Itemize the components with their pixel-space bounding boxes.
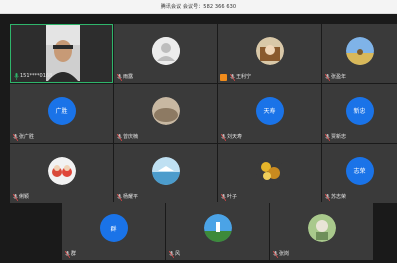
participant-tile-3[interactable]: 王利宁: [218, 24, 321, 83]
participant-name-bar: 雨露: [116, 73, 133, 81]
participant-name: 王利宁: [236, 74, 252, 80]
mic-muted-icon: [272, 250, 278, 258]
mic-muted-icon: [116, 133, 122, 141]
mic-muted-icon: [324, 133, 330, 141]
participant-tile-12[interactable]: 志荣 苏志荣: [322, 144, 397, 203]
photo-avatar-icon: [47, 156, 76, 185]
video-grid: 151****0168 雨露 王利宁 张盈年 广胜 张广胜 曾庆楠 天寿 刘天寿…: [0, 14, 397, 263]
participant-tile-8[interactable]: 新忠 贾新忠: [322, 84, 397, 143]
participant-name-bar: 曾庆楠: [116, 133, 138, 141]
participant-tile-13[interactable]: 群 群: [62, 202, 165, 260]
participant-name-bar: 张盈年: [324, 73, 346, 81]
participant-name-bar: 贾新忠: [324, 133, 346, 141]
participant-tile-7[interactable]: 天寿 刘天寿: [218, 84, 321, 143]
host-badge-icon: [220, 73, 227, 81]
participant-name-bar: 张岗: [272, 250, 289, 258]
participant-tile-6[interactable]: 曾庆楠: [114, 84, 217, 143]
mic-active-icon: [13, 72, 19, 80]
photo-avatar-icon: [307, 214, 336, 242]
participant-name: 张盈年: [331, 74, 347, 80]
mic-muted-icon: [229, 73, 235, 81]
text-avatar: 群: [99, 214, 128, 242]
text-avatar: 志荣: [345, 156, 374, 185]
photo-avatar-icon: [151, 156, 180, 185]
photo-avatar-icon: [151, 96, 180, 125]
participant-name: 群: [71, 251, 77, 257]
participant-tile-11[interactable]: 叶子: [218, 144, 321, 203]
mic-muted-icon: [324, 193, 330, 201]
participant-tile-10[interactable]: 杨耀平: [114, 144, 217, 203]
text-avatar: 天寿: [255, 96, 284, 125]
participant-tile-15[interactable]: 张岗: [270, 202, 373, 260]
participant-name: 刘天寿: [227, 134, 243, 140]
window-title: 腾讯会议 会议号：582 366 630: [160, 4, 237, 10]
text-avatar: 新忠: [345, 96, 374, 125]
participant-name: 叶子: [227, 194, 238, 200]
participant-name-bar: 风: [168, 250, 180, 258]
participant-name: 曾庆楠: [123, 134, 139, 140]
mic-muted-icon: [12, 193, 18, 201]
participant-name-bar: 苏志荣: [324, 193, 346, 201]
participant-name-bar: 群: [64, 250, 76, 258]
mic-muted-icon: [116, 73, 122, 81]
participant-name-bar: 王利宁: [220, 73, 251, 81]
participant-tile-4[interactable]: 张盈年: [322, 24, 397, 83]
mic-muted-icon: [220, 193, 226, 201]
participant-name: 风: [175, 251, 181, 257]
photo-avatar-icon: [255, 36, 284, 65]
photo-avatar-icon: [203, 214, 232, 242]
participant-name: 俐颖: [19, 194, 30, 200]
participant-name: 雨露: [123, 74, 134, 80]
participant-tile-5[interactable]: 广胜 张广胜: [10, 84, 113, 143]
mic-muted-icon: [324, 73, 330, 81]
participant-name-bar: 刘天寿: [220, 133, 242, 141]
mic-muted-icon: [168, 250, 174, 258]
mic-muted-icon: [64, 250, 70, 258]
participant-name: 苏志荣: [331, 194, 347, 200]
participant-name: 张广胜: [19, 134, 35, 140]
photo-avatar-icon: [345, 36, 374, 65]
default-avatar-icon: [151, 36, 180, 65]
participant-name-bar: 叶子: [220, 193, 237, 201]
title-bar: 腾讯会议 会议号：582 366 630: [0, 0, 397, 14]
participant-tile-14[interactable]: 风: [166, 202, 269, 260]
participant-name: 杨耀平: [123, 194, 139, 200]
participant-name: 张岗: [279, 251, 290, 257]
participant-tile-9[interactable]: 俐颖: [10, 144, 113, 203]
text-avatar: 广胜: [47, 96, 76, 125]
participant-tile-2[interactable]: 雨露: [114, 24, 217, 83]
participant-name-bar: 杨耀平: [116, 193, 138, 201]
participant-name: 151****0168: [20, 73, 53, 79]
participant-tile-1[interactable]: 151****0168: [10, 24, 113, 83]
mic-muted-icon: [116, 193, 122, 201]
participant-name-bar: 俐颖: [12, 193, 29, 201]
participant-name: 贾新忠: [331, 134, 347, 140]
mic-muted-icon: [220, 133, 226, 141]
participant-name-bar: 151****0168: [13, 72, 52, 80]
participant-name-bar: 张广胜: [12, 133, 34, 141]
mic-muted-icon: [12, 133, 18, 141]
photo-avatar-icon: [255, 156, 284, 185]
